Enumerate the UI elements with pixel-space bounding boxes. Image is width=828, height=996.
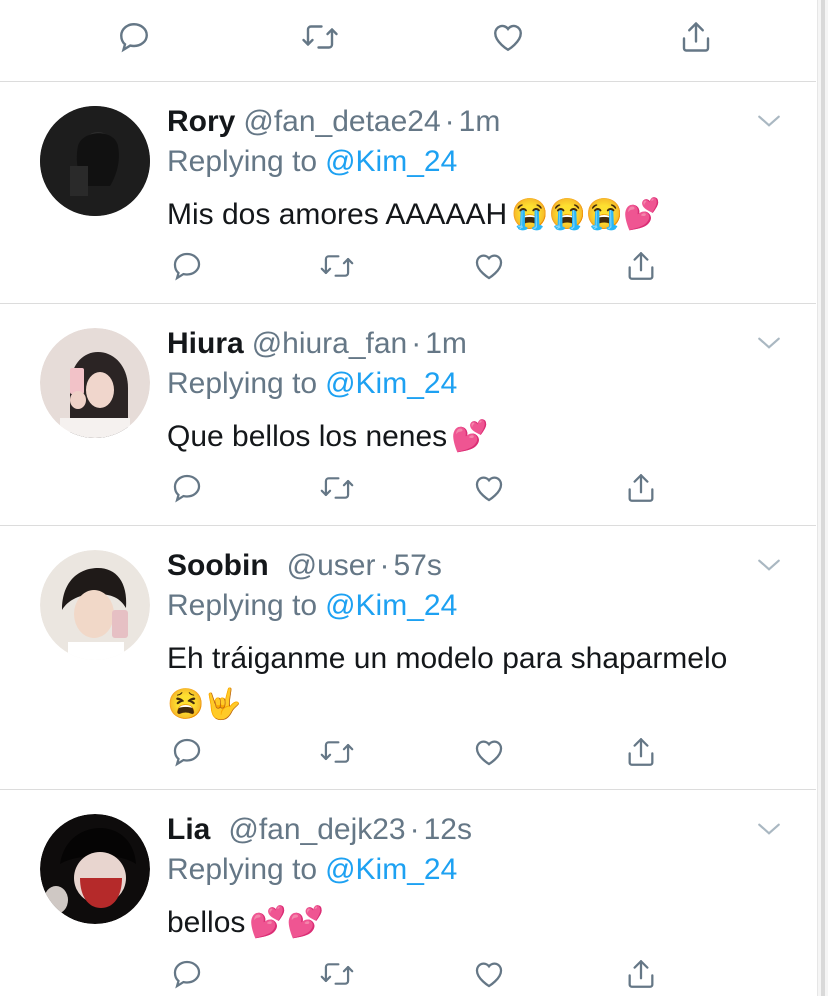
reply-icon[interactable] <box>167 246 207 286</box>
chevron-down-icon[interactable] <box>756 816 782 842</box>
tweet-actions <box>167 246 687 286</box>
replying-label: Replying to <box>167 853 318 886</box>
retweet-icon[interactable] <box>317 954 357 994</box>
scrollbar-thumb[interactable] <box>821 0 825 996</box>
like-icon[interactable] <box>469 246 509 286</box>
reply-tweet[interactable]: Hiura @hiura_fan · 1m Replying to @Kim_24 Qu… <box>0 304 816 526</box>
tweet-text: Que bellos los nenes 💕 <box>167 414 797 460</box>
share-icon[interactable] <box>621 732 661 772</box>
tweet-actions <box>167 954 687 994</box>
replying-to: Replying to @Kim_24 <box>167 144 457 180</box>
chevron-down-icon[interactable] <box>756 552 782 578</box>
timestamp[interactable]: 12s <box>424 813 472 846</box>
display-name[interactable]: Hiura <box>167 327 244 360</box>
separator-dot: · <box>409 813 420 846</box>
avatar[interactable] <box>40 814 150 924</box>
share-icon[interactable] <box>621 468 661 508</box>
handle[interactable]: @hiura_fan <box>252 327 408 360</box>
tweet-header: Hiura @hiura_fan · 1m <box>167 326 467 362</box>
mention-link[interactable]: @Kim_24 <box>325 367 457 400</box>
timestamp[interactable]: 57s <box>393 549 441 582</box>
tweet-text: bellos 💕💕 <box>167 900 797 946</box>
tweet-emoji: 💕💕 <box>249 906 325 939</box>
reply-icon[interactable] <box>167 468 207 508</box>
mention-link[interactable]: @Kim_24 <box>325 145 457 178</box>
reply-tweet[interactable]: Rory @fan_detae24 · 1m Replying to @Kim_24 M… <box>0 82 816 304</box>
retweet-icon[interactable] <box>317 468 357 508</box>
tweet-body: bellos <box>167 906 246 939</box>
handle[interactable]: @user <box>287 549 376 582</box>
previous-tweet-actions <box>0 0 816 82</box>
retweet-icon[interactable] <box>317 732 357 772</box>
scrollbar[interactable] <box>817 0 828 996</box>
separator-dot: · <box>411 327 422 360</box>
avatar[interactable] <box>40 550 150 660</box>
tweet-header: Rory @fan_detae24 · 1m <box>167 104 500 140</box>
tweet-header: Lia @fan_dejk23 · 12s <box>167 812 472 848</box>
mention-link[interactable]: @Kim_24 <box>325 853 457 886</box>
reply-icon[interactable] <box>114 17 154 57</box>
chevron-down-icon[interactable] <box>756 330 782 356</box>
share-icon[interactable] <box>621 954 661 994</box>
tweet-emoji: 💕 <box>451 420 489 453</box>
tweet-body: Mis dos amores AAAAAH <box>167 198 508 231</box>
retweet-icon[interactable] <box>317 246 357 286</box>
timestamp[interactable]: 1m <box>425 327 467 360</box>
mention-link[interactable]: @Kim_24 <box>325 589 457 622</box>
retweet-icon[interactable] <box>300 17 340 57</box>
display-name[interactable]: Rory <box>167 105 235 138</box>
tweet-emoji: 😭😭😭💕 <box>511 198 661 231</box>
separator-dot: · <box>379 549 390 582</box>
replying-to: Replying to @Kim_24 <box>167 852 457 888</box>
handle[interactable]: @fan_detae24 <box>243 105 440 138</box>
handle[interactable]: @fan_dejk23 <box>228 813 405 846</box>
tweet-body: Eh tráiganme un modelo para shaparmelo <box>167 642 728 675</box>
separator-dot: · <box>444 105 455 138</box>
display-name[interactable]: Lia <box>167 813 210 846</box>
like-icon[interactable] <box>488 17 528 57</box>
display-name[interactable]: Soobin <box>167 549 269 582</box>
tweet-actions <box>167 468 687 508</box>
reply-tweet[interactable]: Soobin @user · 57s Replying to @Kim_24 Eh tr… <box>0 526 816 790</box>
timestamp[interactable]: 1m <box>459 105 501 138</box>
reply-icon[interactable] <box>167 732 207 772</box>
like-icon[interactable] <box>469 732 509 772</box>
like-icon[interactable] <box>469 468 509 508</box>
avatar[interactable] <box>40 106 150 216</box>
chevron-down-icon[interactable] <box>756 108 782 134</box>
reply-icon[interactable] <box>167 954 207 994</box>
share-icon[interactable] <box>621 246 661 286</box>
replying-label: Replying to <box>167 589 318 622</box>
avatar[interactable] <box>40 328 150 438</box>
tweet-body: Que bellos los nenes <box>167 420 448 453</box>
replying-to: Replying to @Kim_24 <box>167 366 457 402</box>
replying-label: Replying to <box>167 367 318 400</box>
replying-to: Replying to @Kim_24 <box>167 588 457 624</box>
tweet-text: Mis dos amores AAAAAH 😭😭😭💕 <box>167 192 797 238</box>
share-icon[interactable] <box>676 17 716 57</box>
tweet-emoji: 😫🤟 <box>167 688 242 721</box>
tweet-actions <box>167 732 687 772</box>
reply-tweet[interactable]: Lia @fan_dejk23 · 12s Replying to @Kim_24 be… <box>0 790 816 996</box>
replying-label: Replying to <box>167 145 318 178</box>
like-icon[interactable] <box>469 954 509 994</box>
tweet-header: Soobin @user · 57s <box>167 548 442 584</box>
tweet-text: Eh tráiganme un modelo para shaparmelo 😫🤟 <box>167 636 797 728</box>
